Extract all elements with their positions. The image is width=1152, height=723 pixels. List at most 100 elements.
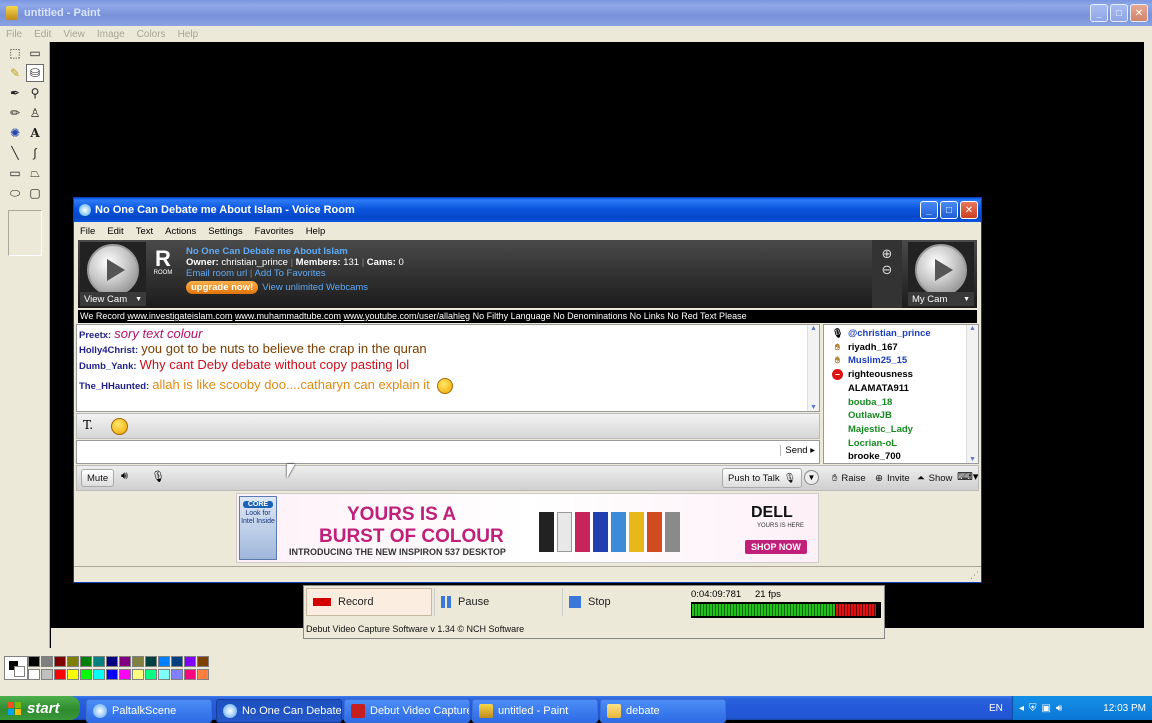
font-format-icon[interactable]: T. xyxy=(83,418,93,432)
emoticon-picker-icon[interactable] xyxy=(111,418,128,435)
color-swatch[interactable] xyxy=(106,656,118,667)
volume-tray-icon[interactable]: 🔊︎ xyxy=(1056,703,1062,714)
line-tool-icon[interactable]: ╲ xyxy=(6,144,24,162)
close-button[interactable]: ✕ xyxy=(960,201,978,219)
user-list-item[interactable]: ✋︎ riyadh_167 xyxy=(832,342,898,353)
color-swatch[interactable] xyxy=(132,669,144,680)
color-swatch[interactable] xyxy=(93,669,105,680)
menu-actions[interactable]: Actions xyxy=(159,226,202,237)
push-to-talk-button[interactable]: Push to Talk 🎙︎ xyxy=(722,468,802,488)
send-button[interactable]: Send ▸ xyxy=(780,445,815,456)
user-list-scrollbar[interactable]: ▲ ▼ xyxy=(966,325,978,463)
resize-grip-icon[interactable]: ⋰ xyxy=(970,570,979,581)
chat-input[interactable]: Send ▸ xyxy=(76,440,820,464)
brush-icon[interactable]: ♙ xyxy=(26,104,44,122)
user-list-item[interactable]: bouba_18 xyxy=(832,397,892,408)
network-icon[interactable]: ⌨︎▾ xyxy=(957,470,978,483)
my-cam-panel[interactable]: My Cam ▼ xyxy=(908,242,974,306)
color-swatch[interactable] xyxy=(171,669,183,680)
clock[interactable]: 12:03 PM xyxy=(1103,703,1146,714)
scroll-up-arrow-icon[interactable]: ▲ xyxy=(967,325,978,332)
tray-expand-icon[interactable]: ◂ xyxy=(1019,703,1024,714)
magnifier-icon[interactable]: ⚲ xyxy=(26,84,44,102)
zoom-in-icon[interactable]: ⊕ xyxy=(872,246,902,262)
stop-button[interactable]: Stop xyxy=(562,588,688,616)
my-cam-button[interactable]: My Cam ▼ xyxy=(908,292,974,306)
upgrade-button[interactable]: upgrade now! xyxy=(186,281,259,294)
free-select-icon[interactable]: ⬚ xyxy=(6,44,24,62)
color-swatch[interactable] xyxy=(158,669,170,680)
color-swatch[interactable] xyxy=(119,669,131,680)
color-swatch[interactable] xyxy=(54,656,66,667)
color-swatch[interactable] xyxy=(80,669,92,680)
topic-link-muhammadtube[interactable]: www.muhammadtube.com xyxy=(235,311,341,321)
maximize-button[interactable]: □ xyxy=(940,201,958,219)
email-room-url-link[interactable]: Email room url xyxy=(186,268,247,279)
rectangle-tool-icon[interactable]: ▭ xyxy=(6,164,24,182)
view-cam-panel[interactable]: View Cam ▼ xyxy=(80,242,146,306)
menu-file[interactable]: File xyxy=(74,226,101,237)
user-list-item[interactable]: – righteousness xyxy=(832,369,913,381)
language-indicator[interactable]: EN xyxy=(989,703,1003,714)
rounded-rect-tool-icon[interactable]: ▢ xyxy=(26,184,44,202)
color-swatch[interactable] xyxy=(119,656,131,667)
color-swatch[interactable] xyxy=(145,656,157,667)
paltalk-title-bar[interactable]: No One Can Debate me About Islam - Voice… xyxy=(74,198,981,222)
raise-hand-button[interactable]: ✋︎ Raise xyxy=(827,469,871,487)
menu-help[interactable]: Help xyxy=(300,226,332,237)
paint-title-bar[interactable]: untitled - Paint _ □ ✕ xyxy=(0,0,1152,26)
my-cam-play-icon[interactable] xyxy=(915,244,967,296)
color-swatch[interactable] xyxy=(197,656,209,667)
menu-image[interactable]: Image xyxy=(91,29,131,40)
color-swatch[interactable] xyxy=(184,656,196,667)
color-swatch[interactable] xyxy=(106,669,118,680)
color-swatch[interactable] xyxy=(171,656,183,667)
topic-link-youtube[interactable]: www.youtube.com/user/allahleg xyxy=(344,311,471,321)
record-button[interactable]: Record xyxy=(306,588,432,616)
speaker-volume-icon[interactable]: 🔊︎ xyxy=(121,470,128,483)
color-swatch[interactable] xyxy=(67,669,79,680)
menu-favorites[interactable]: Favorites xyxy=(249,226,300,237)
color-swatch[interactable] xyxy=(67,656,79,667)
invite-button[interactable]: ⊕ Invite xyxy=(870,469,915,487)
color-swatch[interactable] xyxy=(132,656,144,667)
scroll-up-arrow-icon[interactable]: ▲ xyxy=(808,325,819,332)
ad-banner[interactable]: CORE Look for Intel Inside YOURS IS A BU… xyxy=(236,493,819,563)
user-list-item[interactable]: 🎙︎ @christian_prince xyxy=(832,328,931,339)
add-to-favorites-link[interactable]: Add To Favorites xyxy=(254,268,325,279)
minimize-button[interactable]: _ xyxy=(920,201,938,219)
network-tray-icon[interactable]: ▣ xyxy=(1042,703,1051,714)
user-list-item[interactable]: brooke_700 xyxy=(832,451,901,462)
chat-scrollbar[interactable]: ▲ ▼ xyxy=(807,325,819,411)
color-swatch[interactable] xyxy=(54,669,66,680)
user-list-item[interactable]: OutlawJB xyxy=(832,410,892,421)
menu-edit[interactable]: Edit xyxy=(101,226,129,237)
user-list-item[interactable]: Majestic_Lady xyxy=(832,424,913,435)
close-button[interactable]: ✕ xyxy=(1130,4,1148,22)
topic-link-investigateislam[interactable]: www.investigateislam.com xyxy=(127,311,232,321)
color-swatch[interactable] xyxy=(184,669,196,680)
user-list-item[interactable]: Locrian-oL xyxy=(832,438,897,449)
user-list-item[interactable]: ✋︎ Muslim25_15 xyxy=(832,355,907,366)
zoom-out-icon[interactable]: ⊖ xyxy=(872,262,902,278)
eraser-icon[interactable]: ✎ xyxy=(6,64,24,82)
taskbar-item-debate-folder[interactable]: debate xyxy=(600,699,726,723)
menu-help[interactable]: Help xyxy=(172,29,205,40)
view-webcams-link[interactable]: View unlimited Webcams xyxy=(262,282,368,293)
show-button[interactable]: ⏶ Show xyxy=(912,469,957,487)
ellipse-tool-icon[interactable]: ⬭ xyxy=(6,184,24,202)
curve-tool-icon[interactable]: ∫ xyxy=(26,144,44,162)
color-swatch[interactable] xyxy=(145,669,157,680)
view-cam-play-icon[interactable] xyxy=(87,244,139,296)
polygon-tool-icon[interactable]: ⏢ xyxy=(26,164,44,182)
color-swatch[interactable] xyxy=(80,656,92,667)
color-swatch[interactable] xyxy=(197,669,209,680)
pause-button[interactable]: Pause xyxy=(434,588,560,616)
tool-options-box[interactable] xyxy=(8,210,42,256)
mic-volume-icon[interactable]: 🎙︎ xyxy=(151,470,165,483)
current-colors-box[interactable] xyxy=(4,656,28,680)
maximize-button[interactable]: □ xyxy=(1110,4,1128,22)
color-swatch[interactable] xyxy=(93,656,105,667)
fill-bucket-icon[interactable]: ⛁ xyxy=(26,64,44,82)
text-tool-icon[interactable]: A xyxy=(26,124,44,142)
